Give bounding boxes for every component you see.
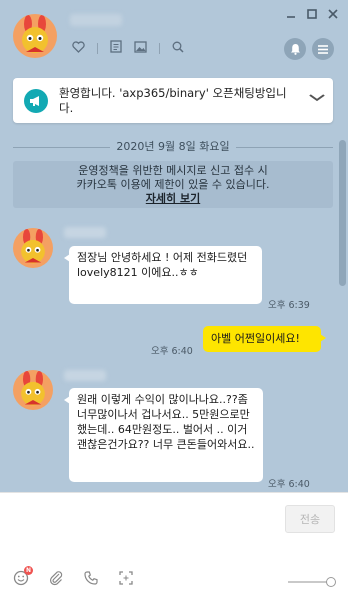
call-icon[interactable]	[80, 569, 102, 587]
notice-text: 환영합니다. 'axp365/binary' 오픈채팅방입니다.	[59, 86, 287, 115]
minimize-icon[interactable]	[286, 8, 296, 22]
bell-icon[interactable]	[284, 38, 306, 60]
search-icon[interactable]	[172, 41, 184, 56]
send-button[interactable]: 전송	[285, 505, 335, 533]
message-bubble[interactable]: 원래 이렇게 수익이 많이나나요..??좀 너무많이나서 겁나서요.. 5만원으…	[64, 388, 263, 482]
message-time: 오후 6:40	[268, 479, 310, 490]
restore-icon[interactable]	[307, 8, 317, 22]
new-badge: N	[24, 566, 33, 575]
composer-toolbar: N	[10, 566, 137, 587]
megaphone-icon	[24, 89, 48, 113]
message-time: 오후 6:40	[151, 346, 193, 357]
policy-notice: 운영정책을 위반한 메시지로 신고 접수 시 카카오톡 이용에 제한이 있을 수…	[13, 161, 333, 208]
room-avatar[interactable]	[13, 14, 57, 58]
message-bubble[interactable]: 점장님 안녕하세요 ! 어제 전화드렸던 lovely8121 이에요..ㅎㅎ	[64, 246, 262, 304]
message-composer[interactable]: 전송 N	[0, 492, 348, 597]
chat-header	[0, 0, 348, 68]
gallery-icon[interactable]	[134, 40, 147, 56]
policy-line-1: 운영정책을 위반한 메시지로 신고 접수 시	[78, 164, 268, 177]
sender-avatar[interactable]	[13, 228, 53, 268]
sender-avatar[interactable]	[13, 370, 53, 410]
chat-scrollbar[interactable]	[339, 140, 346, 286]
my-message-bubble[interactable]: 아벨 어쩐일이세요!	[203, 326, 326, 352]
emoticon-icon[interactable]: N	[10, 566, 33, 587]
opacity-slider[interactable]	[288, 577, 336, 587]
date-divider: 2020년 9월 8일 화요일	[13, 140, 333, 154]
header-separator	[97, 42, 98, 54]
window-controls	[286, 8, 338, 22]
notice-banner[interactable]: 환영합니다. 'axp365/binary' 오픈채팅방입니다.	[13, 78, 333, 123]
message-time: 오후 6:39	[268, 300, 310, 311]
sender-name	[64, 227, 106, 238]
header-separator	[159, 42, 160, 54]
policy-details-link[interactable]: 자세히 보기	[13, 192, 333, 206]
close-icon[interactable]	[328, 8, 338, 22]
slider-knob[interactable]	[326, 577, 336, 587]
heart-icon[interactable]	[72, 40, 85, 56]
sender-name	[64, 370, 106, 381]
date-divider-text: 2020년 9월 8일 화요일	[110, 140, 236, 153]
chevron-down-icon[interactable]	[309, 91, 326, 106]
chat-area[interactable]: 환영합니다. 'axp365/binary' 오픈채팅방입니다. 2020년 9…	[0, 68, 348, 492]
document-icon[interactable]	[110, 40, 122, 56]
capture-icon[interactable]	[115, 569, 137, 587]
attach-icon[interactable]	[45, 569, 67, 587]
menu-icon[interactable]	[312, 38, 334, 60]
slider-track	[288, 581, 328, 583]
policy-line-2: 카카오톡 이용에 제한이 있을 수 있습니다.	[76, 178, 270, 191]
room-title	[70, 14, 122, 26]
header-icon-row	[72, 40, 184, 56]
